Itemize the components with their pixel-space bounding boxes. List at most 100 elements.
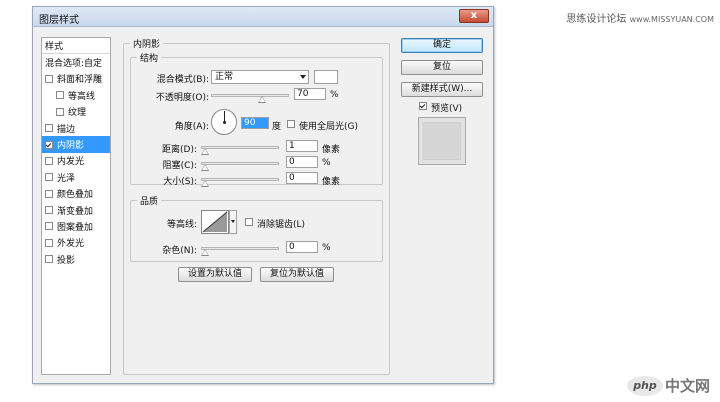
distance-input[interactable]: 1: [286, 140, 318, 152]
opacity-input[interactable]: 70: [294, 88, 326, 100]
noise-label: 杂色(N):: [162, 246, 197, 256]
style-item-label: 渐变叠加: [57, 206, 94, 217]
style-preview-swatch: [423, 122, 461, 160]
inner-shadow-section: 内阴影 结构 混合模式(B): 正常 不透明度(O): 70 % 角度(A): …: [123, 37, 390, 375]
style-item-label: 投影: [57, 255, 76, 266]
style-item[interactable]: 颜色叠加: [42, 186, 110, 202]
style-item-label: 光泽: [57, 173, 76, 184]
title-bar[interactable]: 图层样式 x: [33, 7, 493, 27]
php-logo: php: [626, 375, 663, 396]
styles-header[interactable]: 样式: [42, 38, 110, 55]
preview-label: 预览(V): [431, 104, 463, 114]
watermark-top: 思练设计论坛 www.MISSYUAN.COM: [566, 10, 714, 25]
close-button[interactable]: x: [459, 9, 489, 23]
style-item-checkbox[interactable]: [45, 173, 53, 182]
anti-alias-checkbox[interactable]: [245, 218, 253, 226]
chevron-down-icon: [300, 75, 306, 79]
style-item[interactable]: 斜面和浮雕: [42, 71, 110, 87]
style-item[interactable]: 内发光: [42, 153, 110, 169]
inner-shadow-title: 内阴影: [130, 37, 164, 50]
angle-input[interactable]: 90: [241, 117, 269, 129]
style-item[interactable]: 投影: [42, 251, 110, 267]
preview-checkbox[interactable]: [419, 102, 427, 110]
style-item-checkbox[interactable]: [45, 189, 53, 198]
reset-default-button[interactable]: 复位为默认值: [260, 267, 334, 282]
distance-slider-thumb[interactable]: [201, 148, 209, 155]
contour-picker[interactable]: [201, 210, 229, 234]
angle-label: 角度(A):: [174, 122, 209, 132]
style-item-checkbox[interactable]: [45, 140, 53, 149]
style-item-checkbox[interactable]: [45, 74, 53, 83]
style-item[interactable]: 等高线: [42, 87, 110, 103]
contour-curve-icon: [202, 211, 228, 233]
style-preview: [418, 117, 466, 165]
noise-input[interactable]: 0: [286, 241, 318, 253]
choke-unit: %: [322, 158, 331, 168]
shadow-color-swatch[interactable]: [314, 70, 338, 84]
noise-slider-track[interactable]: [201, 247, 279, 250]
contour-label: 等高线:: [166, 220, 197, 230]
style-item-label: 描边: [57, 124, 76, 135]
opacity-unit: %: [330, 90, 339, 100]
choke-slider-thumb[interactable]: [201, 164, 209, 171]
watermark-bottom-text: 中文网: [664, 377, 710, 395]
choke-label: 阻塞(C):: [162, 161, 197, 171]
style-item-checkbox[interactable]: [45, 156, 53, 165]
size-slider-track[interactable]: [201, 178, 279, 181]
blend-mode-value: 正常: [215, 72, 234, 82]
blend-mode-select[interactable]: 正常: [211, 70, 309, 84]
ok-button[interactable]: 确定: [401, 38, 483, 53]
noise-unit: %: [322, 243, 331, 253]
angle-dial[interactable]: [211, 109, 237, 135]
style-item-checkbox[interactable]: [56, 107, 64, 116]
style-item-label: 颜色叠加: [57, 190, 94, 201]
style-item[interactable]: 内阴影: [42, 136, 110, 153]
anti-alias-label: 消除锯齿(L): [257, 220, 306, 230]
size-slider-thumb[interactable]: [201, 180, 209, 187]
style-item[interactable]: 图案叠加: [42, 218, 110, 234]
angle-dial-center: [223, 121, 226, 124]
style-item[interactable]: 描边: [42, 120, 110, 136]
contour-dropdown-button[interactable]: [229, 210, 237, 234]
style-item-label: 内发光: [57, 157, 85, 168]
style-item[interactable]: 光泽: [42, 169, 110, 185]
opacity-slider-thumb[interactable]: [258, 96, 266, 103]
style-item-label: 等高线: [68, 91, 96, 102]
style-item-checkbox[interactable]: [45, 255, 53, 264]
dialog-title: 图层样式: [39, 15, 79, 26]
global-light-checkbox[interactable]: [287, 120, 295, 128]
structure-group: 结构 混合模式(B): 正常 不透明度(O): 70 % 角度(A): 90 度…: [130, 51, 383, 187]
size-input[interactable]: 0: [286, 172, 318, 184]
opacity-slider-track[interactable]: [211, 94, 289, 97]
new-style-button[interactable]: 新建样式(W)...: [401, 82, 483, 97]
structure-title: 结构: [137, 51, 162, 64]
style-item-label: 图案叠加: [57, 222, 94, 233]
size-unit: 像素: [322, 177, 341, 187]
distance-slider-track[interactable]: [201, 146, 279, 149]
style-item-checkbox[interactable]: [45, 206, 53, 215]
choke-input[interactable]: 0: [286, 156, 318, 168]
choke-slider-track[interactable]: [201, 162, 279, 165]
noise-slider-thumb[interactable]: [201, 249, 209, 256]
style-item[interactable]: 外发光: [42, 235, 110, 251]
style-item-checkbox[interactable]: [45, 222, 53, 231]
reset-button[interactable]: 复位: [401, 60, 483, 75]
layer-style-dialog: 图层样式 x 样式 混合选项:自定 斜面和浮雕 等高线 纹理 描边 内阴影 内发光 光泽 颜色…: [32, 6, 494, 384]
blend-options-item[interactable]: 混合选项:自定: [42, 54, 110, 70]
style-item-label: 外发光: [57, 239, 85, 250]
make-default-button[interactable]: 设置为默认值: [178, 267, 252, 282]
style-item[interactable]: 纹理: [42, 104, 110, 120]
style-item-label: 斜面和浮雕: [57, 75, 103, 86]
angle-unit: 度: [272, 122, 282, 132]
watermark-top-url: www.MISSYUAN.COM: [629, 15, 714, 24]
quality-title: 品质: [137, 194, 162, 207]
style-item[interactable]: 渐变叠加: [42, 202, 110, 218]
blend-mode-label: 混合模式(B):: [156, 75, 209, 85]
distance-unit: 像素: [322, 145, 341, 155]
style-item-checkbox[interactable]: [45, 124, 53, 133]
watermark-top-text: 思练设计论坛: [566, 14, 627, 25]
watermark-bottom: php 中文网: [626, 375, 710, 396]
distance-label: 距离(D):: [162, 145, 197, 155]
style-item-checkbox[interactable]: [56, 91, 64, 100]
style-item-checkbox[interactable]: [45, 238, 53, 247]
